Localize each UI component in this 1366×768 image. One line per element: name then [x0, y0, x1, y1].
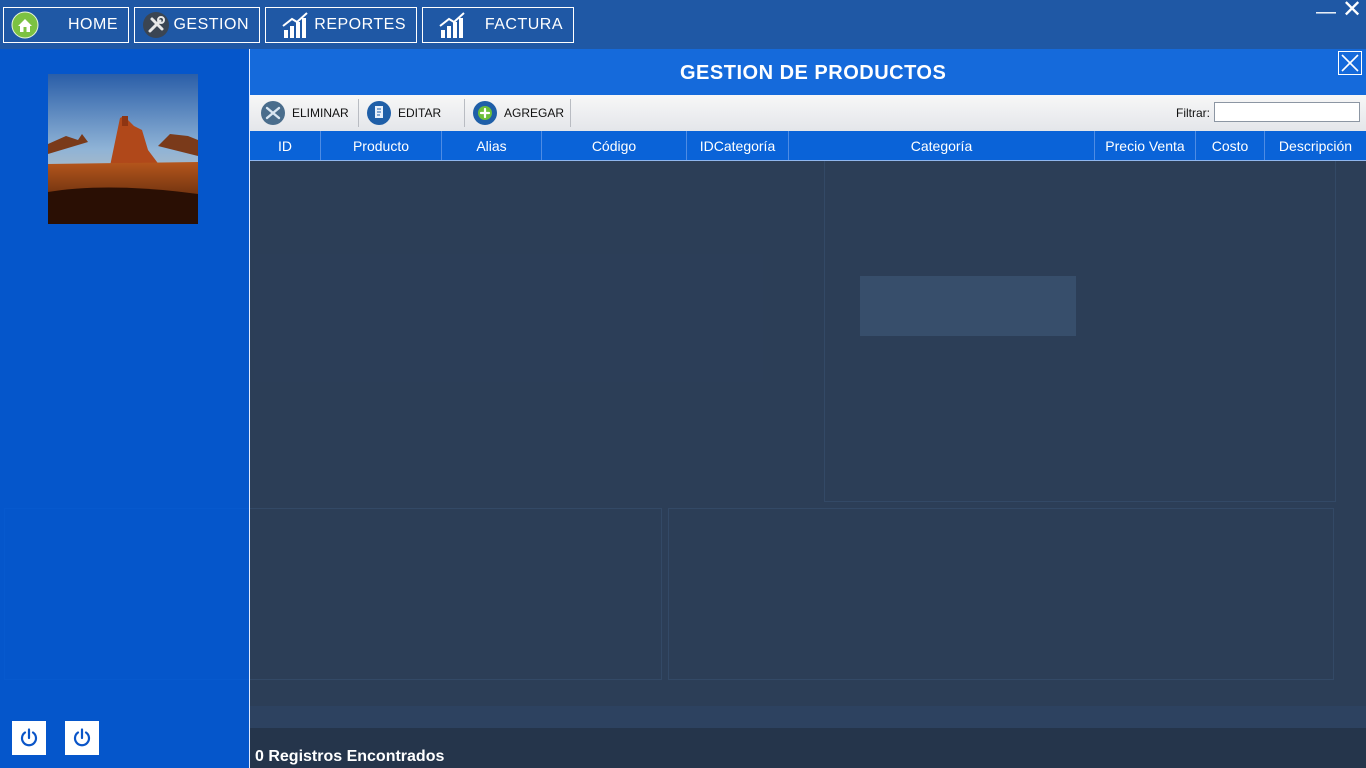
toolbar-separator: [570, 99, 571, 127]
column-header-precio-venta[interactable]: Precio Venta: [1095, 131, 1196, 160]
home-button[interactable]: HOME: [3, 7, 129, 43]
edit-icon: [366, 100, 392, 126]
main-header: GESTION DE PRODUCTOS: [250, 49, 1366, 95]
top-nav-bar: HOME GESTION REPORTES FACTURA — ✕: [0, 0, 1366, 49]
avatar: [48, 74, 198, 224]
column-header-categoria[interactable]: Categoría: [789, 131, 1095, 160]
records-count: 0 Registros Encontrados: [255, 748, 445, 765]
editar-button[interactable]: EDITAR: [366, 95, 441, 131]
data-grid-body[interactable]: [250, 161, 1366, 706]
filter-label: Filtrar:: [1176, 106, 1210, 120]
editar-label: EDITAR: [398, 106, 442, 120]
background-status-bar: [250, 706, 1366, 728]
eliminar-label: ELIMINAR: [292, 106, 349, 120]
sidebar: [0, 49, 250, 768]
column-header-alias[interactable]: Alias: [442, 131, 542, 160]
power-button[interactable]: [65, 721, 99, 755]
home-icon: [10, 10, 40, 40]
close-box-icon[interactable]: [1338, 51, 1362, 75]
eliminar-button[interactable]: ELIMINAR: [260, 95, 349, 131]
gestion-label: GESTION: [173, 16, 249, 33]
column-header-costo[interactable]: Costo: [1196, 131, 1265, 160]
agregar-button[interactable]: AGREGAR: [472, 95, 564, 131]
gestion-button[interactable]: GESTION: [134, 7, 260, 43]
delete-icon: [260, 100, 286, 126]
reportes-button[interactable]: REPORTES: [265, 7, 417, 43]
factura-label: FACTURA: [484, 16, 563, 33]
reportes-label: REPORTES: [314, 16, 406, 33]
tools-icon: [141, 10, 171, 40]
power-button[interactable]: [12, 721, 46, 755]
factura-button[interactable]: FACTURA: [422, 7, 574, 43]
add-icon: [472, 100, 498, 126]
agregar-label: AGREGAR: [504, 106, 565, 120]
minimize-icon[interactable]: —: [1316, 2, 1336, 22]
bar-chart-icon: [437, 10, 467, 40]
page-title: GESTION DE PRODUCTOS: [680, 62, 947, 84]
column-header-id[interactable]: ID: [250, 131, 321, 160]
filter-input[interactable]: [1214, 102, 1360, 122]
toolbar: ELIMINAR EDITAR AGREGAR Filtrar:: [250, 95, 1366, 131]
power-icon: [73, 728, 91, 747]
close-icon[interactable]: ✕: [1342, 0, 1362, 22]
toolbar-separator: [358, 99, 359, 127]
toolbar-separator: [464, 99, 465, 127]
column-header-codigo[interactable]: Código: [542, 131, 687, 160]
column-header-producto[interactable]: Producto: [321, 131, 442, 160]
power-icon: [20, 728, 38, 747]
column-header-idcategoria[interactable]: IDCategoría: [687, 131, 789, 160]
column-header-descripcion[interactable]: Descripción: [1265, 131, 1366, 160]
bar-chart-icon: [280, 10, 310, 40]
home-label: HOME: [68, 16, 118, 33]
grid-header: ID Producto Alias Código IDCategoría Cat…: [250, 131, 1366, 161]
